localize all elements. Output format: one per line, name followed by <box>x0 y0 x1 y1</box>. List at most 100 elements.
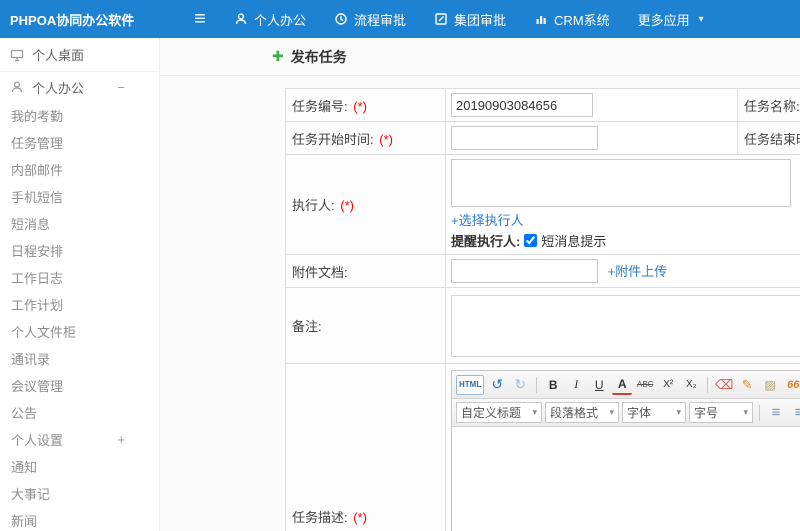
choose-executor-link[interactable]: +选择执行人 <box>451 213 524 228</box>
sidebar-item-label: 短消息 <box>11 217 51 232</box>
nav-more-apps[interactable]: 更多应用 ▾ <box>624 0 718 38</box>
nav-label: 集团审批 <box>454 12 507 28</box>
sidebar: 个人桌面 个人办公 − 我的考勤 任务管理 内部邮件 手机短信 短消息 日程安排… <box>0 38 160 531</box>
blockquote-icon[interactable]: 66 <box>783 375 800 395</box>
sidebar-item-mobile-sms[interactable]: 手机短信 <box>0 183 159 210</box>
underline-icon[interactable]: U <box>589 375 609 395</box>
sidebar-item-label: 工作计划 <box>11 298 64 313</box>
sidebar-item-contacts[interactable]: 通讯录 <box>0 345 159 372</box>
collapse-icon[interactable]: − <box>117 72 125 102</box>
field-label: 执行人: <box>292 198 335 213</box>
nav-crm-system[interactable]: CRM系统 <box>520 0 624 38</box>
sidebar-item-label: 内部邮件 <box>11 163 64 178</box>
sidebar-item-personal-settings[interactable]: 个人设置 + <box>0 426 159 453</box>
sidebar-item-events[interactable]: 大事记 <box>0 480 159 507</box>
italic-icon[interactable]: I <box>566 375 586 395</box>
publish-task-form: 任务编号: (*) 任务名称: (*) <box>285 88 800 531</box>
sidebar-item-schedule[interactable]: 日程安排 <box>0 237 159 264</box>
attachment-input[interactable] <box>451 259 598 283</box>
sidebar-item-work-log[interactable]: 工作日志 <box>0 264 159 291</box>
sidebar-item-news[interactable]: 新闻 <box>0 507 159 531</box>
remark-textarea[interactable] <box>451 294 800 357</box>
undo-icon[interactable]: ↺ <box>487 375 507 395</box>
superscript-icon[interactable]: X² <box>658 375 678 395</box>
sidebar-item-short-message[interactable]: 短消息 <box>0 210 159 237</box>
sidebar-item-personal-desktop[interactable]: 个人桌面 <box>0 38 159 72</box>
page-title-bar: ✚ 发布任务 <box>160 38 800 76</box>
align-center-icon[interactable]: ≡ <box>789 403 800 423</box>
remind-executor-label: 提醒执行人: <box>451 234 521 249</box>
description-label-cell: 任务描述: (*) <box>285 363 446 531</box>
executor-textarea[interactable] <box>451 159 791 207</box>
sidebar-item-label: 通知 <box>11 460 38 475</box>
nav-label: 更多应用 <box>637 12 690 28</box>
sidebar-item-label: 通讯录 <box>11 352 51 367</box>
rich-text-editor: HTML ↺ ↻ B I U A ABC X² X₂ ⌫ ✎ ▨ 66 自定义标… <box>451 370 800 531</box>
font-style-icon[interactable]: A <box>612 375 633 395</box>
sms-remind-checkbox[interactable] <box>524 234 538 247</box>
field-label: 任务描述: <box>292 509 348 525</box>
chevron-down-icon: ▾ <box>698 13 704 25</box>
bold-icon[interactable]: B <box>543 375 563 395</box>
sidebar-item-personal-office[interactable]: 个人办公 − <box>0 72 159 102</box>
task-name-label-cell: 任务名称: (*) <box>737 88 800 122</box>
align-left-icon[interactable]: ≡ <box>766 403 786 423</box>
font-size-select[interactable]: 字号 ▾ <box>689 402 753 423</box>
top-header: PHPOA协同办公软件 ≡ 个人办公 流程审批 集团审批 CRM系统 更多应用 … <box>0 0 800 38</box>
sidebar-item-attendance[interactable]: 我的考勤 <box>0 102 159 129</box>
toolbar-separator <box>759 404 760 421</box>
font-family-select[interactable]: 字体 ▾ <box>622 402 686 423</box>
paragraph-format-select[interactable]: 段落格式 ▾ <box>545 402 619 423</box>
toolbar-separator <box>707 376 709 393</box>
nav-label: 个人办公 <box>254 12 307 28</box>
sidebar-item-notice[interactable]: 通知 <box>0 453 159 480</box>
main-content: ✚ 发布任务 任务编号: (*) 任务名称: (*) <box>160 38 800 531</box>
sidebar-item-label: 新闻 <box>11 514 38 529</box>
sidebar-item-announcement[interactable]: 公告 <box>0 399 159 426</box>
editor-toolbar-row1: HTML ↺ ↻ B I U A ABC X² X₂ ⌫ ✎ ▨ 66 <box>452 371 800 399</box>
sidebar-item-work-plan[interactable]: 工作计划 <box>0 291 159 318</box>
nav-group-approval[interactable]: 集团审批 <box>420 0 520 38</box>
field-label: 任务结束时间: <box>744 131 800 147</box>
end-time-label-cell: 任务结束时间: (*) <box>737 121 800 155</box>
hamburger-menu-icon[interactable]: ≡ <box>180 8 220 31</box>
strikethrough-icon[interactable]: ABC <box>635 375 655 395</box>
expand-icon[interactable]: + <box>117 426 125 453</box>
sidebar-item-label: 个人文件柜 <box>11 325 77 340</box>
executor-label-cell: 执行人: (*) <box>285 154 446 255</box>
person-icon <box>10 80 24 94</box>
chevron-down-icon: ▾ <box>743 407 748 417</box>
page-title: 发布任务 <box>290 48 347 65</box>
bar-chart-icon <box>534 12 548 26</box>
field-label: 任务编号: <box>292 98 348 114</box>
sidebar-item-label: 手机短信 <box>11 190 64 205</box>
sidebar-item-meeting-management[interactable]: 会议管理 <box>0 372 159 399</box>
format-painter-icon[interactable]: ✎ <box>737 375 757 395</box>
select-label: 字体 <box>627 406 652 420</box>
custom-title-select[interactable]: 自定义标题 ▾ <box>456 402 542 423</box>
fill-color-icon[interactable]: ▨ <box>760 375 780 395</box>
attachment-upload-link[interactable]: +附件上传 <box>608 264 668 279</box>
subscript-icon[interactable]: X₂ <box>681 375 701 395</box>
source-code-icon[interactable]: HTML <box>456 374 485 395</box>
required-mark: (*) <box>353 509 367 525</box>
sidebar-item-personal-files[interactable]: 个人文件柜 <box>0 318 159 345</box>
attachment-label-cell: 附件文档: <box>285 254 446 288</box>
description-edit-area[interactable] <box>452 427 800 531</box>
clock-icon <box>334 12 348 26</box>
field-label: 任务名称: <box>744 98 800 114</box>
desktop-icon <box>10 48 24 62</box>
redo-icon[interactable]: ↻ <box>510 375 530 395</box>
sidebar-item-internal-mail[interactable]: 内部邮件 <box>0 156 159 183</box>
nav-personal-office[interactable]: 个人办公 <box>220 0 320 38</box>
remark-label-cell: 备注: <box>285 287 446 364</box>
nav-workflow-approval[interactable]: 流程审批 <box>320 0 420 38</box>
sidebar-item-label: 会议管理 <box>11 379 64 394</box>
required-mark: (*) <box>340 198 354 213</box>
field-label: 任务开始时间: <box>292 131 374 147</box>
start-time-input[interactable] <box>451 126 598 150</box>
task-number-input[interactable] <box>451 93 593 117</box>
remove-format-icon[interactable]: ⌫ <box>714 375 734 395</box>
sidebar-item-task-management[interactable]: 任务管理 <box>0 129 159 156</box>
chevron-down-icon: ▾ <box>609 407 614 417</box>
